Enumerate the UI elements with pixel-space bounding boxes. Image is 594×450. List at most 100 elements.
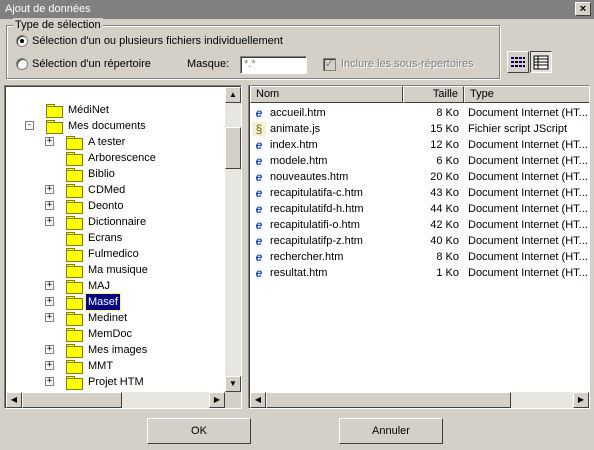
title-bar: Ajout de données ×	[0, 0, 594, 19]
file-name[interactable]: modele.htm	[270, 153, 402, 169]
tree-item[interactable]: + MAJ	[5, 278, 223, 294]
file-name[interactable]: recapitulatifa-c.htm	[270, 185, 402, 201]
tree-item[interactable]: + MMT	[5, 358, 223, 374]
tree-item-label[interactable]: Mes images	[86, 342, 149, 358]
expand-icon[interactable]: +	[45, 377, 54, 386]
expand-icon[interactable]: +	[45, 137, 54, 146]
tree-item[interactable]: Ecrans	[5, 230, 223, 246]
tree-item-label[interactable]: Biblio	[86, 166, 117, 182]
tree-item-label[interactable]: MédiNet	[66, 102, 111, 118]
list-view-button[interactable]	[507, 51, 529, 73]
file-row[interactable]: e modele.htm 6 Ko Document Internet (HT...	[249, 153, 588, 169]
radio-files-option[interactable]: Sélection d'un ou plusieurs fichiers ind…	[16, 35, 283, 47]
folder-tree-panel[interactable]: MédiNet - Mes documents + A tester Arborescen…	[4, 85, 242, 409]
details-view-button[interactable]	[530, 51, 552, 73]
radio-directory-label[interactable]: Sélection d'un répertoire	[32, 58, 151, 70]
expand-icon[interactable]: +	[45, 313, 54, 322]
file-row[interactable]: e recapitulatifp-z.htm 40 Ko Document Inter…	[249, 233, 588, 249]
cancel-button[interactable]: Annuler	[339, 418, 443, 444]
collapse-icon[interactable]: -	[25, 121, 34, 130]
tree-item[interactable]: Ma musique	[5, 262, 223, 278]
mask-input[interactable]: *.*	[240, 56, 307, 74]
file-name[interactable]: recapitulatifi-o.htm	[270, 217, 402, 233]
tree-item-label[interactable]: MemDoc	[86, 326, 134, 342]
radio-files-label[interactable]: Sélection d'un ou plusieurs fichiers ind…	[32, 35, 283, 47]
ok-button-label: OK	[191, 425, 207, 437]
tree-scroll-thumb[interactable]	[225, 127, 241, 169]
tree-scroll-up-button[interactable]: ▲	[225, 87, 241, 103]
tree-item-label[interactable]: Ecrans	[86, 230, 124, 246]
file-name[interactable]: nouveautes.htm	[270, 169, 402, 185]
radio-files-button[interactable]	[16, 35, 28, 47]
tree-item[interactable]: Arborescence	[5, 150, 223, 166]
file-row[interactable]: § animate.js 15 Ko Fichier script JScript	[249, 121, 579, 137]
tree-vertical-scrollbar[interactable]: ▲ ▼	[225, 87, 241, 392]
tree-item-label[interactable]: Ma musique	[86, 262, 150, 278]
file-row[interactable]: e rechercher.htm 8 Ko Document Internet (HT…	[249, 249, 588, 265]
tree-item[interactable]: + Projet HTM	[5, 374, 223, 390]
tree-item-label[interactable]: Deonto	[86, 198, 125, 214]
file-hscroll-thumb[interactable]	[266, 392, 511, 408]
file-name[interactable]: accueil.htm	[270, 105, 402, 121]
file-row[interactable]: e accueil.htm 8 Ko Document Internet (HT...	[249, 105, 588, 121]
expand-icon[interactable]: +	[45, 345, 54, 354]
expand-icon[interactable]: +	[45, 281, 54, 290]
tree-item[interactable]: + Masef	[5, 293, 223, 311]
radio-directory-button[interactable]	[16, 58, 28, 70]
tree-item-label[interactable]: Medinet	[86, 310, 129, 326]
file-row[interactable]: e resultat.htm 1 Ko Document Internet (HT..…	[249, 265, 588, 281]
tree-scroll-left-button[interactable]: ◀	[6, 392, 22, 408]
file-scroll-right-button[interactable]: ▶	[573, 392, 589, 408]
column-header-size[interactable]: Taille	[403, 86, 464, 103]
tree-item[interactable]: + CDMed	[5, 182, 223, 198]
file-name[interactable]: recapitulatifd-h.htm	[270, 201, 402, 217]
expand-icon[interactable]: +	[45, 361, 54, 370]
file-horizontal-scrollbar[interactable]: ◀ ▶	[250, 392, 589, 408]
expand-icon[interactable]: +	[45, 297, 54, 306]
ok-button[interactable]: OK	[147, 418, 251, 444]
tree-item-label[interactable]: A tester	[86, 134, 127, 150]
column-header-type[interactable]: Type	[464, 86, 589, 103]
tree-item-label[interactable]: CDMed	[86, 182, 127, 198]
tree-scroll-right-button[interactable]: ▶	[209, 392, 225, 408]
file-row[interactable]: e recapitulatifi-o.htm 42 Ko Document Inter…	[249, 217, 588, 233]
file-scroll-left-button[interactable]: ◀	[250, 392, 266, 408]
close-button[interactable]: ×	[575, 2, 591, 16]
tree-item[interactable]: - Mes documents	[5, 118, 223, 134]
file-list-panel[interactable]: Nom Taille Type e accueil.htm 8 Ko Document…	[248, 85, 590, 409]
tree-item-label[interactable]: MMT	[86, 358, 115, 374]
tree-item[interactable]: + Dictionnaire	[5, 214, 223, 230]
expand-icon[interactable]: +	[45, 201, 54, 210]
tree-item[interactable]: Biblio	[5, 166, 223, 182]
file-name[interactable]: animate.js	[270, 121, 402, 137]
file-row[interactable]: e index.htm 12 Ko Document Internet (HT...	[249, 137, 588, 153]
tree-item-label[interactable]: Mes documents	[66, 118, 148, 134]
tree-horizontal-scrollbar[interactable]: ◀ ▶	[6, 392, 225, 408]
file-row[interactable]: e recapitulatifa-c.htm 43 Ko Document Inter…	[249, 185, 588, 201]
file-name[interactable]: resultat.htm	[270, 265, 402, 281]
expand-icon[interactable]: +	[45, 185, 54, 194]
file-name[interactable]: rechercher.htm	[270, 249, 402, 265]
tree-item-label[interactable]: Fulmedico	[86, 246, 141, 262]
column-header-name[interactable]: Nom	[250, 86, 403, 103]
tree-item[interactable]: Fulmedico	[5, 246, 223, 262]
file-row[interactable]: e nouveautes.htm 20 Ko Document Internet (H…	[249, 169, 588, 185]
tree-item[interactable]: + A tester	[5, 134, 223, 150]
tree-item[interactable]: MédiNet	[5, 102, 223, 118]
tree-item-label[interactable]: Projet HTM	[86, 374, 146, 390]
tree-item-label[interactable]: Masef	[85, 293, 121, 311]
tree-item-label[interactable]: Dictionnaire	[86, 214, 148, 230]
file-name[interactable]: index.htm	[270, 137, 402, 153]
radio-directory-option[interactable]: Sélection d'un répertoire	[16, 58, 151, 70]
tree-item[interactable]: + Deonto	[5, 198, 223, 214]
expand-icon[interactable]: +	[45, 217, 54, 226]
file-row[interactable]: e recapitulatifd-h.htm 44 Ko Document Inter…	[249, 201, 588, 217]
tree-item[interactable]: + Mes images	[5, 342, 223, 358]
tree-item[interactable]: MemDoc	[5, 326, 223, 342]
tree-hscroll-thumb[interactable]	[22, 392, 122, 408]
file-name[interactable]: recapitulatifp-z.htm	[270, 233, 402, 249]
tree-item-label[interactable]: MAJ	[86, 278, 112, 294]
tree-item[interactable]: + Medinet	[5, 310, 223, 326]
tree-scroll-down-button[interactable]: ▼	[225, 376, 241, 392]
tree-item-label[interactable]: Arborescence	[86, 150, 158, 166]
